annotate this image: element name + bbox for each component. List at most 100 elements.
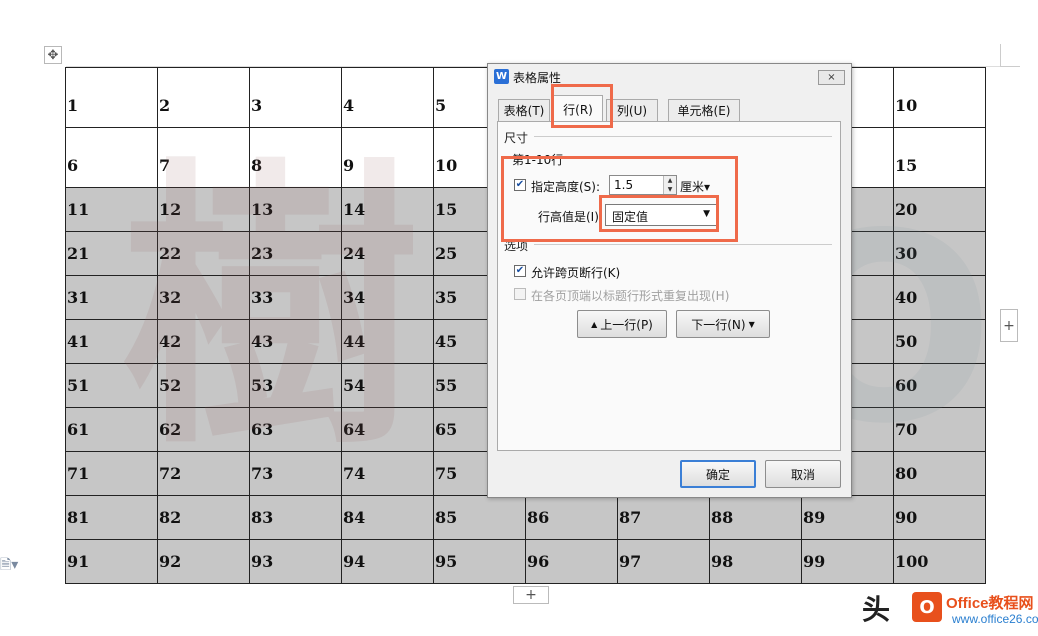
specify-height-checkbox[interactable]: ✔ (514, 179, 526, 191)
table-cell[interactable]: 11 (65, 187, 158, 232)
allow-break-label: 允许跨页断行(K) (531, 266, 621, 280)
table-cell[interactable]: 14 (341, 187, 434, 232)
logo-brand: Office教程网 (946, 595, 1034, 612)
table-cell[interactable]: 85 (433, 495, 526, 540)
table-cell[interactable]: 92 (157, 539, 250, 584)
table-cell[interactable]: 15 (893, 127, 986, 188)
allow-break-checkbox[interactable]: ✔ (514, 265, 526, 277)
table-cell[interactable]: 54 (341, 363, 434, 408)
table-cell[interactable]: 70 (893, 407, 986, 452)
table-cell[interactable]: 63 (249, 407, 342, 452)
table-cell[interactable]: 97 (617, 539, 710, 584)
previous-row-button[interactable]: ▲ 上一行(P) (577, 310, 667, 338)
table-cell[interactable]: 50 (893, 319, 986, 364)
table-cell[interactable]: 24 (341, 231, 434, 276)
table-cell[interactable]: 60 (893, 363, 986, 408)
table-cell[interactable]: 73 (249, 451, 342, 496)
size-section-label: 尺寸 (504, 131, 529, 145)
table-cell[interactable]: 72 (157, 451, 250, 496)
table-cell[interactable]: 93 (249, 539, 342, 584)
table-cell[interactable]: 31 (65, 275, 158, 320)
table-cell[interactable]: 12 (157, 187, 250, 232)
table-cell[interactable]: 91 (65, 539, 158, 584)
table-cell[interactable]: 98 (709, 539, 802, 584)
table-cell[interactable]: 44 (341, 319, 434, 364)
table-cell[interactable]: 89 (801, 495, 894, 540)
table-cell[interactable]: 4 (341, 67, 434, 128)
table-cell[interactable]: 51 (65, 363, 158, 408)
table-cell[interactable]: 94 (341, 539, 434, 584)
tab-cell[interactable]: 单元格(E) (668, 99, 740, 121)
stepper-down-icon[interactable]: ▼ (663, 185, 676, 194)
table-cell[interactable]: 9 (341, 127, 434, 188)
table-cell[interactable]: 95 (433, 539, 526, 584)
table-cell[interactable]: 64 (341, 407, 434, 452)
table-row[interactable]: 81 82 83 84 85 86 87 88 89 90 (65, 495, 986, 540)
add-row-icon[interactable]: + (513, 586, 549, 604)
table-cell[interactable]: 86 (525, 495, 618, 540)
table-cell[interactable]: 99 (801, 539, 894, 584)
close-icon[interactable]: × (818, 70, 845, 85)
height-value[interactable]: 1.5 (614, 178, 633, 192)
table-cell[interactable]: 96 (525, 539, 618, 584)
table-cell[interactable]: 34 (341, 275, 434, 320)
table-cell[interactable]: 1 (65, 67, 158, 128)
table-cell[interactable]: 90 (893, 495, 986, 540)
tab-column[interactable]: 列(U) (606, 99, 658, 121)
table-cell[interactable]: 61 (65, 407, 158, 452)
table-cell[interactable]: 13 (249, 187, 342, 232)
height-stepper[interactable]: 1.5 ▲ ▼ (609, 175, 677, 195)
unit-dropdown[interactable]: 厘米▾ (680, 178, 710, 195)
repeat-header-checkbox[interactable] (514, 288, 526, 300)
table-cell[interactable]: 40 (893, 275, 986, 320)
table-cell[interactable]: 82 (157, 495, 250, 540)
row-height-mode-value: 固定值 (612, 210, 649, 224)
table-cell[interactable]: 62 (157, 407, 250, 452)
table-cell[interactable]: 23 (249, 231, 342, 276)
table-cell[interactable]: 53 (249, 363, 342, 408)
table-cell[interactable]: 32 (157, 275, 250, 320)
row-range-label: 第1-10行 (512, 153, 564, 167)
document-icon[interactable]: 🗎▾ (0, 554, 18, 578)
page-corner-mark (1000, 66, 1020, 67)
table-cell[interactable]: 30 (893, 231, 986, 276)
repeat-header-label: 在各页顶端以标题行形式重复出现(H) (531, 289, 730, 303)
cancel-button[interactable]: 取消 (765, 460, 841, 488)
stepper-up-icon[interactable]: ▲ (663, 176, 676, 185)
chevron-down-icon: ▼ (703, 209, 710, 219)
table-cell[interactable]: 42 (157, 319, 250, 364)
table-cell[interactable]: 81 (65, 495, 158, 540)
table-cell[interactable]: 74 (341, 451, 434, 496)
table-cell[interactable]: 21 (65, 231, 158, 276)
table-cell[interactable]: 6 (65, 127, 158, 188)
table-cell[interactable]: 84 (341, 495, 434, 540)
next-row-button[interactable]: 下一行(N) ▼ (676, 310, 770, 338)
table-move-handle-icon[interactable]: ✥ (44, 46, 62, 64)
table-cell[interactable]: 20 (893, 187, 986, 232)
table-row[interactable]: 91 92 93 94 95 96 97 98 99 100 (65, 539, 986, 584)
table-cell[interactable]: 80 (893, 451, 986, 496)
table-cell[interactable]: 7 (157, 127, 250, 188)
down-arrow-icon: ▼ (748, 319, 755, 329)
table-cell[interactable]: 88 (709, 495, 802, 540)
table-cell[interactable]: 22 (157, 231, 250, 276)
table-cell[interactable]: 43 (249, 319, 342, 364)
table-cell[interactable]: 83 (249, 495, 342, 540)
add-column-icon[interactable]: + (1000, 309, 1018, 342)
ok-button[interactable]: 确定 (680, 460, 756, 488)
table-cell[interactable]: 100 (893, 539, 986, 584)
row-height-mode-select[interactable]: 固定值 ▼ (605, 204, 717, 226)
table-cell[interactable]: 10 (893, 67, 986, 128)
tab-row[interactable]: 行(R) (553, 95, 603, 122)
table-cell[interactable]: 87 (617, 495, 710, 540)
tab-table[interactable]: 表格(T) (498, 99, 550, 121)
table-cell[interactable]: 33 (249, 275, 342, 320)
logo-text: 头 (862, 593, 893, 626)
table-cell[interactable]: 2 (157, 67, 250, 128)
table-cell[interactable]: 3 (249, 67, 342, 128)
table-cell[interactable]: 8 (249, 127, 342, 188)
table-cell[interactable]: 71 (65, 451, 158, 496)
table-cell[interactable]: 52 (157, 363, 250, 408)
table-cell[interactable]: 41 (65, 319, 158, 364)
dialog-titlebar[interactable]: W 表格属性 × (488, 64, 851, 90)
